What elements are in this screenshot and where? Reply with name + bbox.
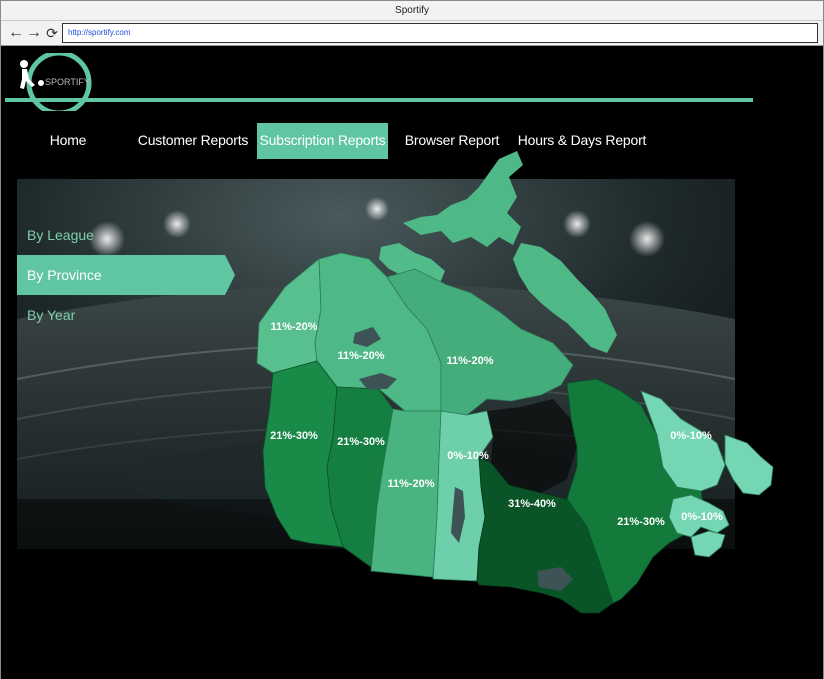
label-yukon: 11%-20% xyxy=(270,321,317,333)
label-maritimes: 0%-10% xyxy=(681,511,723,523)
label-nunavut: 11%-20% xyxy=(446,355,493,367)
label-alberta: 21%-30% xyxy=(337,436,385,448)
refresh-icon[interactable]: ⟳ xyxy=(44,24,60,42)
region-yukon[interactable] xyxy=(256,258,322,374)
page-viewport: SPORTIFY Home Customer Reports Subscript… xyxy=(1,47,823,679)
browser-window: Sportify ← → ⟳ http://sportify.com SPORT… xyxy=(0,0,824,679)
newfoundland-island xyxy=(724,434,774,496)
forward-arrow-icon[interactable]: → xyxy=(26,24,42,42)
nova-scotia xyxy=(690,530,726,558)
sidebar-item-by-province[interactable]: By Province xyxy=(17,255,102,295)
label-manitoba: 0%-10% xyxy=(447,450,489,462)
browser-toolbar: ← → ⟳ http://sportify.com xyxy=(1,21,823,46)
canada-province-map: 11%-20% 11%-20% 11%-20% 21%-30% 21%-30% … xyxy=(256,151,774,614)
label-saskatchewan: 11%-20% xyxy=(387,478,434,490)
label-northwest-territories: 11%-20% xyxy=(337,350,384,362)
window-title: Sportify xyxy=(1,1,823,21)
sidebar-item-by-year[interactable]: By Year xyxy=(17,295,75,335)
arctic-islands xyxy=(403,151,523,247)
address-bar[interactable]: http://sportify.com xyxy=(62,23,818,43)
back-arrow-icon[interactable]: ← xyxy=(8,24,24,42)
label-newfoundland-labrador: 0%-10% xyxy=(670,430,712,442)
label-british-columbia: 21%-30% xyxy=(270,430,318,442)
label-quebec: 21%-30% xyxy=(617,516,665,528)
sidebar-item-by-league[interactable]: By League xyxy=(17,215,94,255)
label-ontario: 31%-40% xyxy=(508,498,556,510)
